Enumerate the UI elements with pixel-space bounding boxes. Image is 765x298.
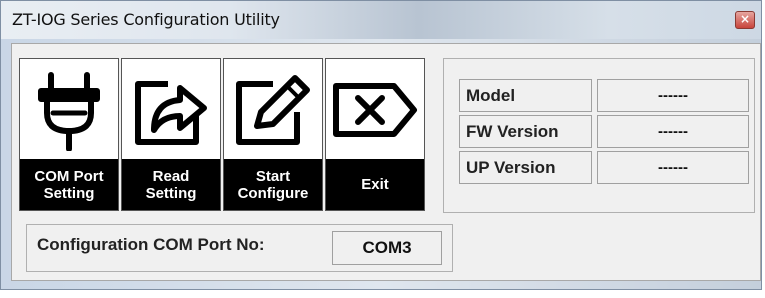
up-version-row: UP Version ------ <box>459 151 749 184</box>
com-port-value: COM3 <box>332 231 442 265</box>
up-version-value: ------ <box>597 151 749 184</box>
start-configure-label: Start Configure <box>224 159 322 210</box>
up-version-label: UP Version <box>459 151 592 184</box>
share-arrow-icon <box>122 59 220 161</box>
exit-label: Exit <box>326 159 424 210</box>
start-configure-button[interactable]: Start Configure <box>223 58 323 211</box>
power-plug-icon <box>20 59 118 161</box>
com-port-setting-label: COM Port Setting <box>20 159 118 210</box>
fw-version-value: ------ <box>597 115 749 148</box>
com-port-label: Configuration COM Port No: <box>37 235 265 254</box>
window-title: ZT-IOG Series Configuration Utility <box>12 10 280 29</box>
com-port-setting-button[interactable]: COM Port Setting <box>19 58 119 211</box>
model-row: Model ------ <box>459 79 749 112</box>
client-area: COM Port Setting Read Setting Start Conf… <box>11 43 761 281</box>
app-window: ZT-IOG Series Configuration Utility × CO… <box>0 0 762 290</box>
device-info-panel: Model ------ FW Version ------ UP Versio… <box>443 58 755 213</box>
com-port-panel: Configuration COM Port No: COM3 <box>26 224 453 272</box>
close-button[interactable]: × <box>735 11 755 29</box>
fw-version-row: FW Version ------ <box>459 115 749 148</box>
model-value: ------ <box>597 79 749 112</box>
exit-tag-icon <box>326 59 424 161</box>
model-label: Model <box>459 79 592 112</box>
read-setting-button[interactable]: Read Setting <box>121 58 221 211</box>
fw-version-label: FW Version <box>459 115 592 148</box>
title-bar[interactable]: ZT-IOG Series Configuration Utility × <box>1 1 761 39</box>
edit-pencil-icon <box>224 59 322 161</box>
exit-button[interactable]: Exit <box>325 58 425 211</box>
read-setting-label: Read Setting <box>122 159 220 210</box>
